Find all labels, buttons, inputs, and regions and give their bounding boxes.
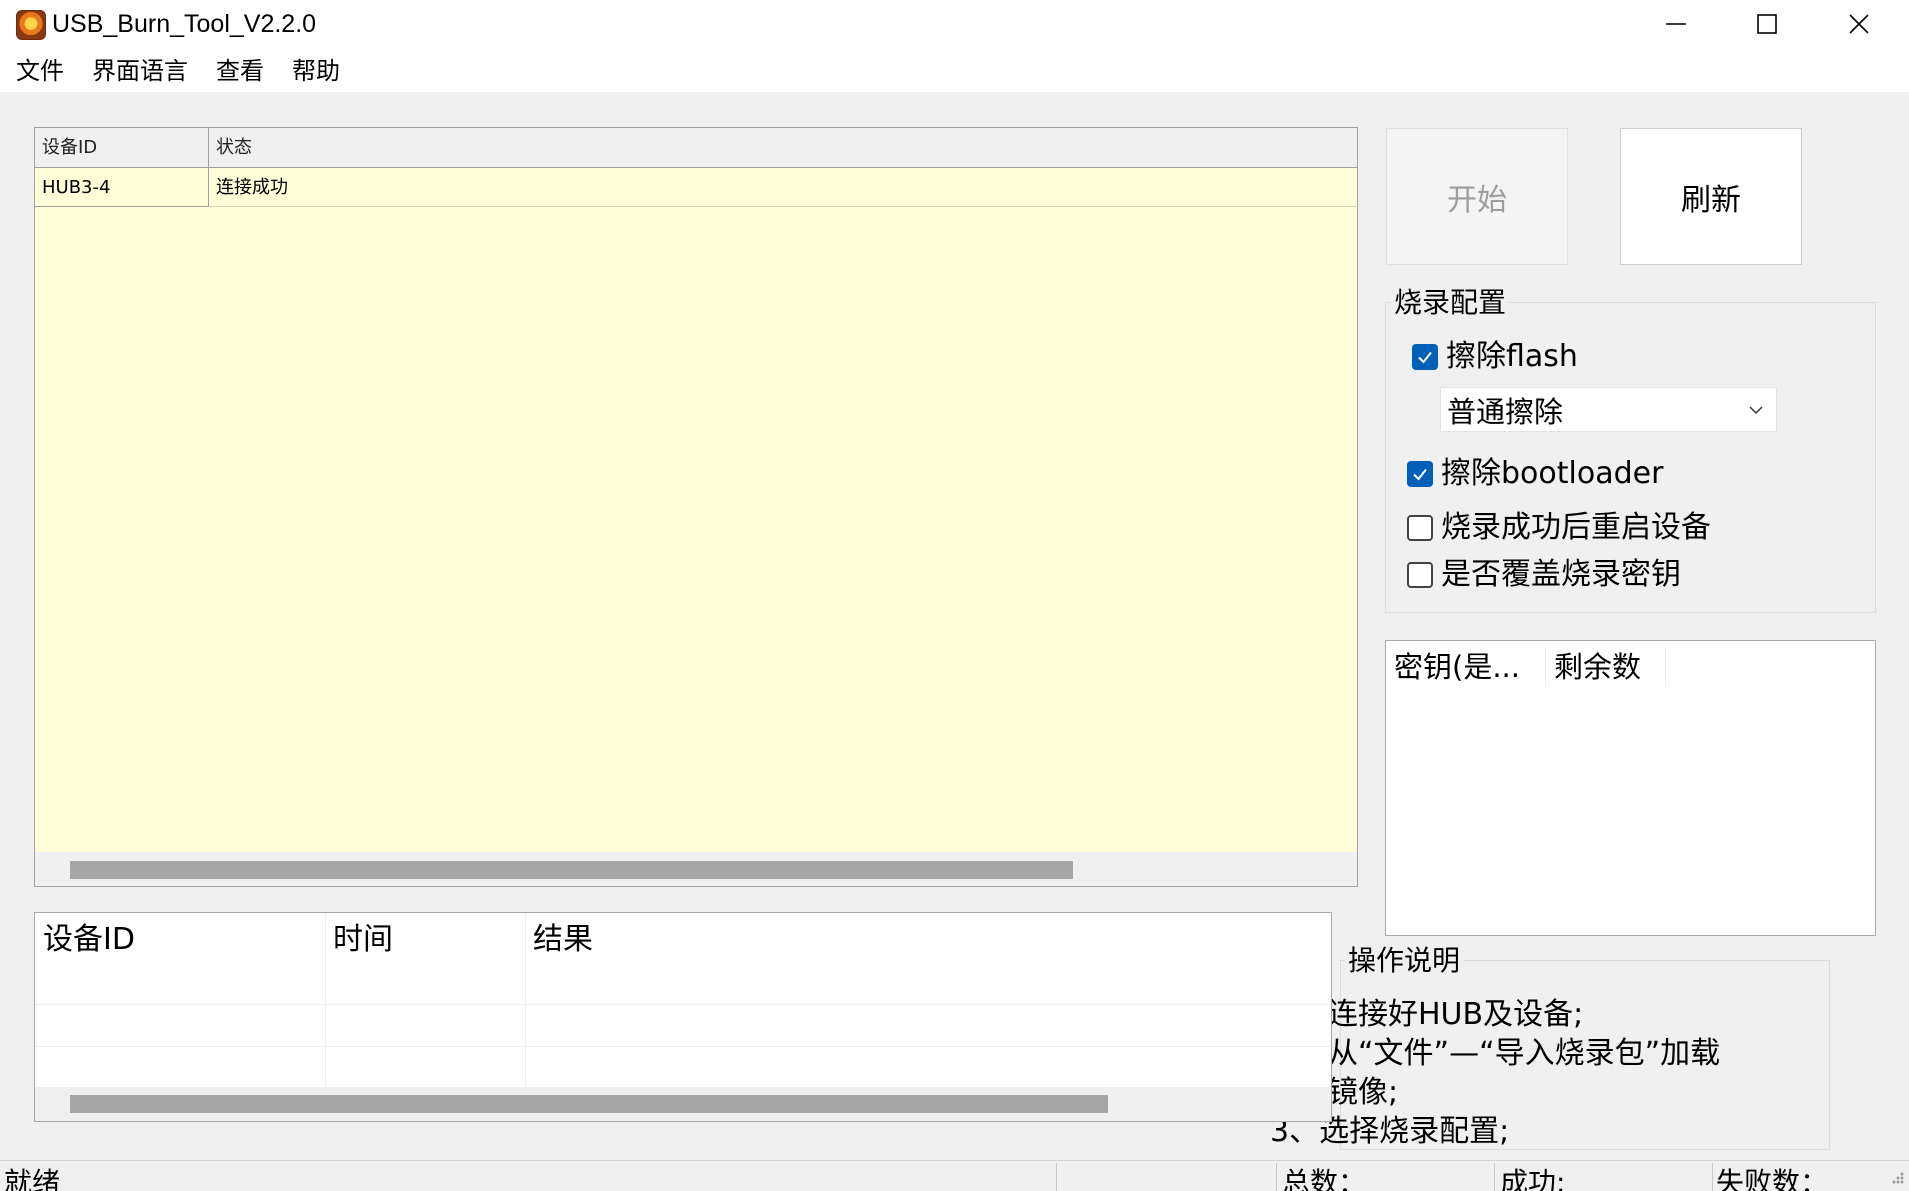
row-divider xyxy=(35,1046,1331,1047)
overwrite-key-option[interactable]: 是否覆盖烧录密钥 xyxy=(1407,558,1681,592)
column-header-device-id[interactable]: 设备ID xyxy=(35,913,325,1003)
menu-bar: 文件 界面语言 查看 帮助 xyxy=(0,48,1909,92)
maximize-icon xyxy=(1757,14,1777,34)
resize-grip-icon[interactable] xyxy=(1885,1169,1905,1189)
status-failed: 失败数： xyxy=(1716,1166,1829,1191)
erase-flash-option[interactable]: 擦除flash xyxy=(1412,340,1578,374)
instruction-line: 镜像; xyxy=(1328,1075,1399,1110)
chevron-down-icon xyxy=(1736,405,1776,415)
erase-bootloader-checkbox[interactable] xyxy=(1407,461,1433,487)
checkmark-icon xyxy=(1413,468,1427,481)
instruction-line: 从“文件”—“导入烧录包”加载 xyxy=(1328,1036,1721,1071)
status-cell: 连接成功 xyxy=(209,168,1359,207)
maximize-button[interactable] xyxy=(1721,0,1813,48)
column-header-remaining[interactable]: 剩余数 xyxy=(1546,647,1666,687)
device-id-cell: HUB3-4 xyxy=(35,168,209,207)
instructions-text: 连接好HUB及设备; 从“文件”—“导入烧录包”加载 镜像; 3、选择烧录配置; xyxy=(1270,995,1730,1151)
checkmark-icon xyxy=(1418,351,1432,364)
minimize-icon xyxy=(1666,23,1686,25)
erase-mode-dropdown[interactable]: 普通擦除 xyxy=(1440,387,1777,432)
column-header-result[interactable]: 结果 xyxy=(525,913,925,1003)
menu-view[interactable]: 查看 xyxy=(216,56,264,86)
result-table-scrollbar[interactable] xyxy=(35,1087,1331,1121)
column-header-status[interactable]: 状态 xyxy=(209,128,1359,168)
device-table[interactable]: 设备ID 状态 HUB3-4 连接成功 xyxy=(34,127,1359,887)
status-divider xyxy=(1056,1163,1057,1191)
reboot-after-option[interactable]: 烧录成功后重启设备 xyxy=(1407,511,1711,545)
column-header-device-id[interactable]: 设备ID xyxy=(35,128,209,168)
reboot-after-checkbox[interactable] xyxy=(1407,515,1433,541)
refresh-button[interactable]: 刷新 xyxy=(1620,128,1802,265)
overwrite-key-label: 是否覆盖烧录密钥 xyxy=(1441,557,1681,592)
close-button[interactable] xyxy=(1813,0,1905,48)
burn-config-title: 烧录配置 xyxy=(1391,286,1510,320)
erase-flash-checkbox[interactable] xyxy=(1412,344,1438,370)
close-icon xyxy=(1849,14,1869,34)
minimize-button[interactable] xyxy=(1630,0,1722,48)
column-divider xyxy=(525,913,526,1089)
erase-flash-label: 擦除flash xyxy=(1446,339,1578,374)
erase-mode-value: 普通擦除 xyxy=(1447,394,1564,429)
title-bar: USB_Burn_Tool_V2.2.0 xyxy=(0,0,1909,48)
status-success: 成功: xyxy=(1500,1166,1566,1191)
status-text: 就绪 xyxy=(4,1166,61,1191)
table-row[interactable]: HUB3-4 连接成功 xyxy=(35,168,1359,207)
reboot-after-label: 烧录成功后重启设备 xyxy=(1441,510,1711,545)
device-table-scrollbar[interactable] xyxy=(35,852,1357,886)
column-header-time[interactable]: 时间 xyxy=(325,913,525,1003)
menu-language[interactable]: 界面语言 xyxy=(92,56,188,86)
key-table[interactable]: 密钥(是... 剩余数 xyxy=(1385,640,1876,936)
scrollbar-thumb[interactable] xyxy=(70,861,1073,879)
status-divider xyxy=(1276,1163,1277,1191)
erase-bootloader-option[interactable]: 擦除bootloader xyxy=(1407,457,1663,491)
status-divider xyxy=(1494,1163,1495,1191)
device-table-header: 设备ID 状态 xyxy=(35,128,1357,168)
start-button[interactable]: 开始 xyxy=(1386,128,1568,265)
window-title: USB_Burn_Tool_V2.2.0 xyxy=(52,10,317,38)
status-bar: 就绪 总数： 成功: 失败数： xyxy=(0,1160,1909,1191)
row-divider xyxy=(35,1004,1331,1005)
menu-help[interactable]: 帮助 xyxy=(292,56,340,86)
column-divider xyxy=(325,913,326,1089)
menu-file[interactable]: 文件 xyxy=(16,56,64,86)
column-header-key[interactable]: 密钥(是... xyxy=(1386,647,1546,687)
erase-bootloader-label: 擦除bootloader xyxy=(1441,456,1664,491)
instruction-line: 连接好HUB及设备; xyxy=(1328,997,1584,1032)
instruction-line: 3、选择烧录配置; xyxy=(1270,1114,1510,1149)
status-divider xyxy=(1712,1163,1713,1191)
overwrite-key-checkbox[interactable] xyxy=(1407,562,1433,588)
scrollbar-thumb[interactable] xyxy=(70,1095,1108,1113)
status-total: 总数： xyxy=(1282,1166,1367,1191)
result-table[interactable]: 设备ID 时间 结果 xyxy=(34,912,1332,1122)
instructions-title: 操作说明 xyxy=(1345,944,1464,978)
app-logo-icon xyxy=(16,10,46,40)
